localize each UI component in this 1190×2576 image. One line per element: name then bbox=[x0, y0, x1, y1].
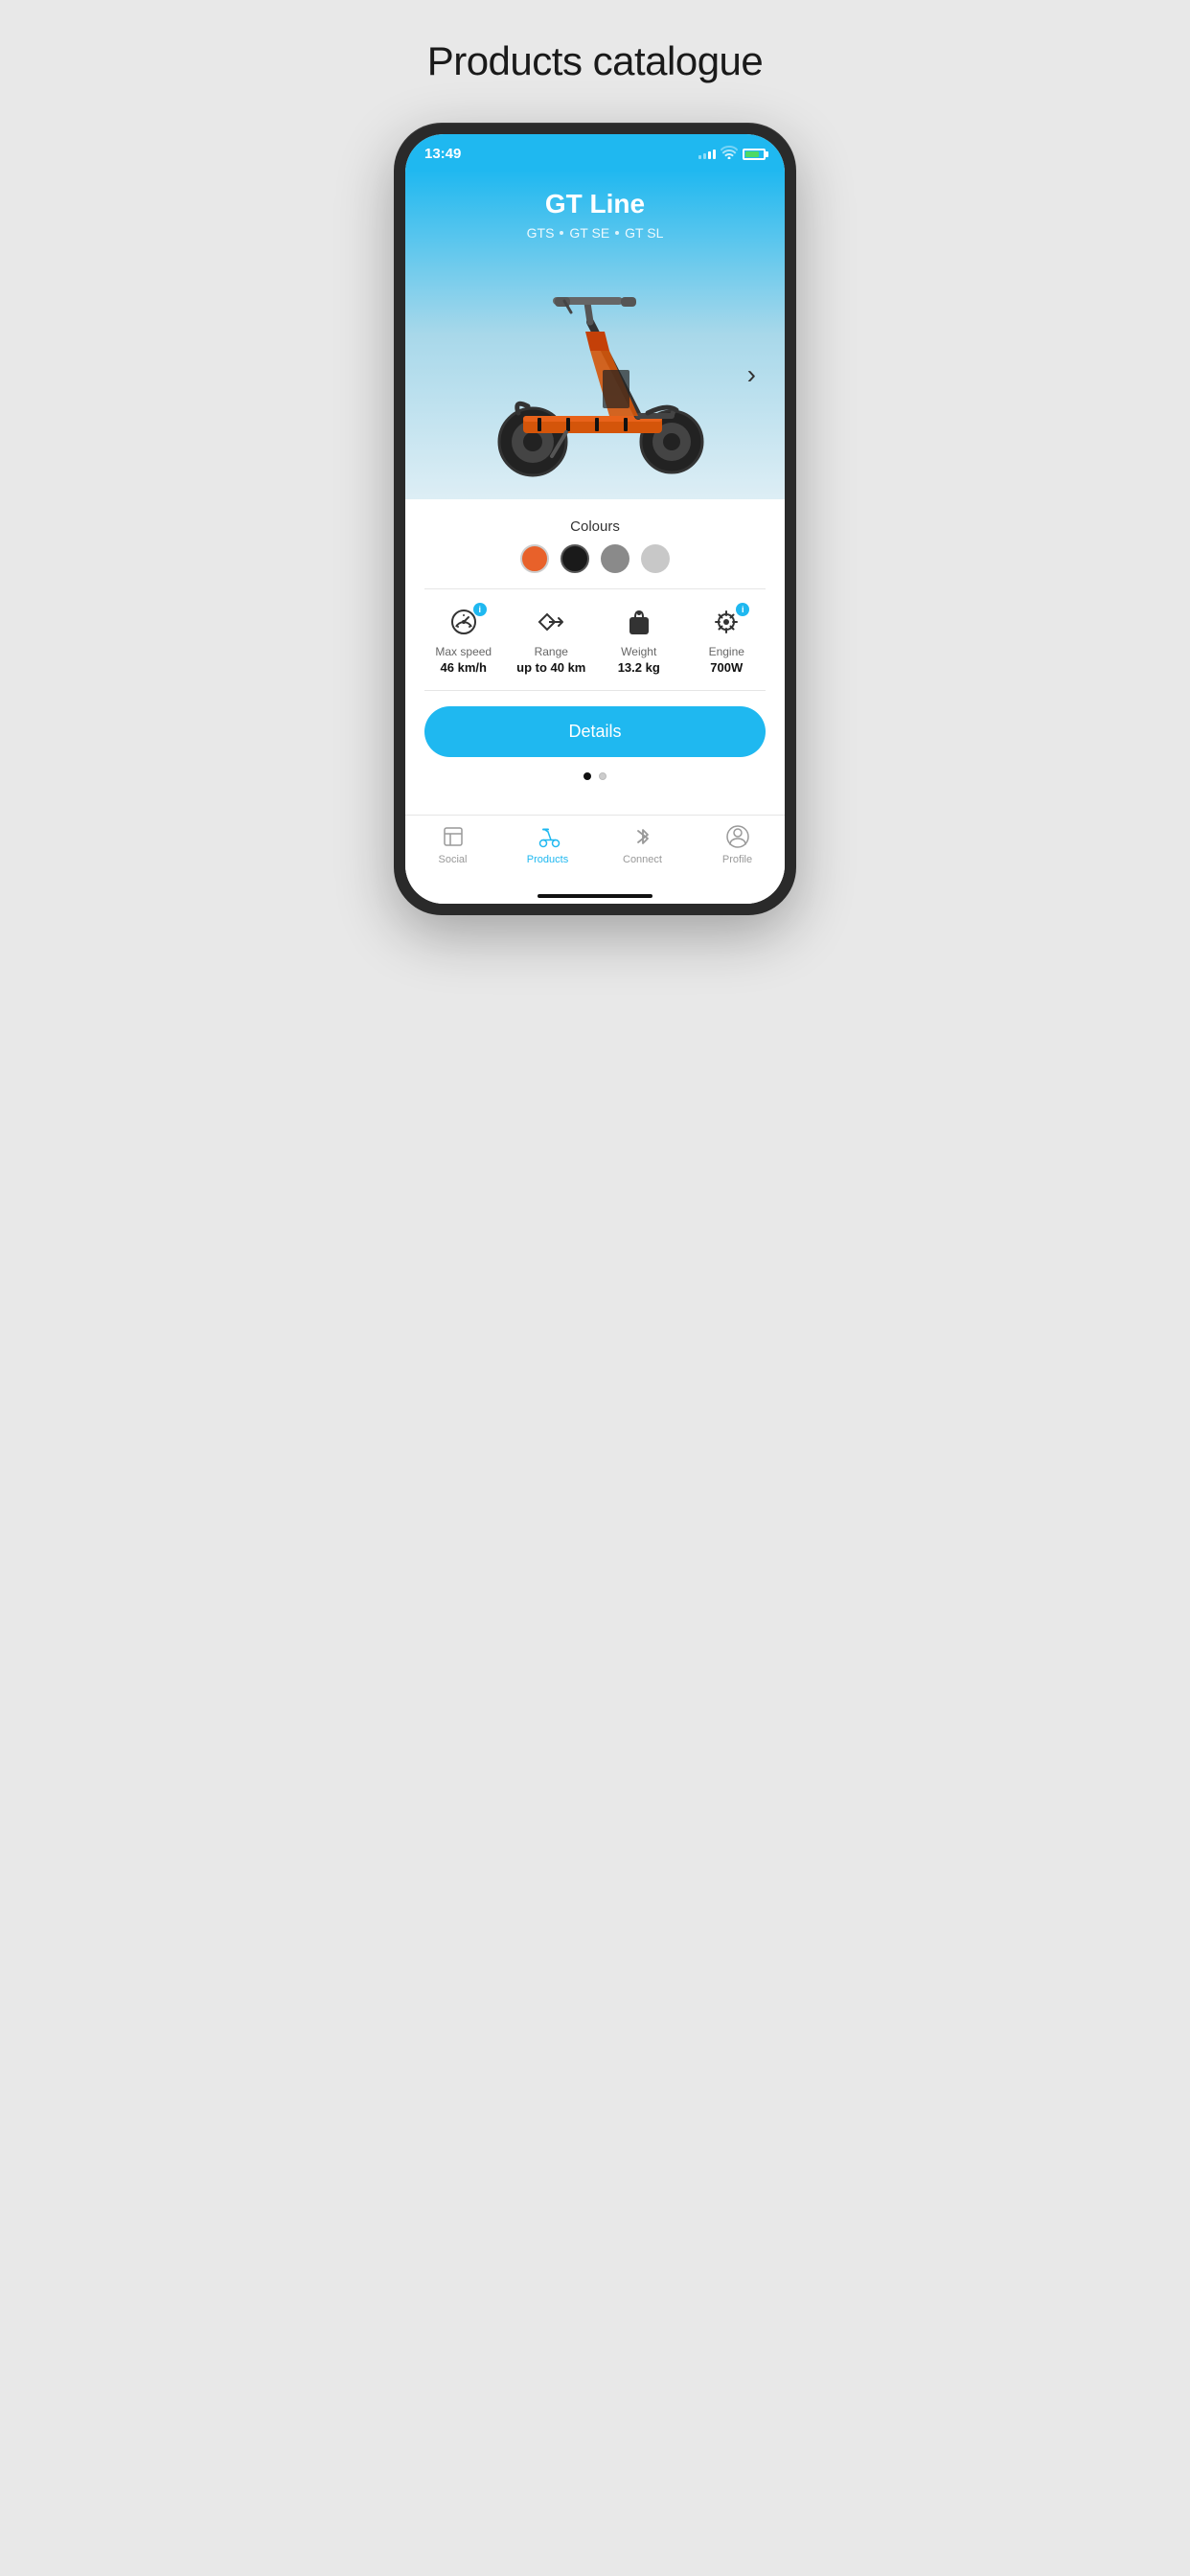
colour-swatch-black[interactable] bbox=[561, 544, 589, 573]
weight-label: Weight bbox=[621, 645, 656, 658]
engine-value: 700W bbox=[710, 660, 743, 675]
spec-weight-icon-wrapper bbox=[622, 605, 656, 639]
spec-speed-icon-wrapper: i bbox=[446, 605, 481, 639]
connect-nav-label: Connect bbox=[623, 854, 662, 865]
status-icons bbox=[698, 146, 766, 162]
status-bar: 13:49 bbox=[405, 134, 785, 170]
variant-gtsl[interactable]: GT SL bbox=[625, 225, 663, 241]
range-value: up to 40 km bbox=[516, 660, 585, 675]
nav-item-social[interactable]: Social bbox=[405, 823, 500, 865]
battery-icon bbox=[743, 149, 766, 160]
engine-info-badge[interactable]: i bbox=[736, 603, 749, 616]
phone-screen: 13:49 bbox=[405, 134, 785, 904]
social-nav-label: Social bbox=[439, 854, 468, 865]
engine-label: Engine bbox=[709, 645, 744, 658]
range-label: Range bbox=[535, 645, 568, 658]
colours-section: Colours bbox=[424, 518, 766, 573]
profile-nav-label: Profile bbox=[722, 854, 752, 865]
nav-item-products[interactable]: Products bbox=[500, 823, 595, 865]
scooter-image-container: › bbox=[424, 250, 766, 499]
specs-divider bbox=[424, 588, 766, 589]
social-icon bbox=[440, 823, 467, 850]
speed-value: 46 km/h bbox=[441, 660, 487, 675]
home-indicator-bar bbox=[405, 885, 785, 904]
content-section: Colours bbox=[405, 499, 785, 815]
products-icon bbox=[535, 823, 561, 850]
pagination-dot-2[interactable] bbox=[599, 772, 606, 780]
hero-section: GT Line GTS GT SE GT SL bbox=[405, 170, 785, 499]
spec-range: Range up to 40 km bbox=[513, 605, 591, 675]
page-title: Products catalogue bbox=[427, 38, 764, 84]
home-indicator bbox=[538, 894, 652, 898]
status-time: 13:49 bbox=[424, 146, 461, 162]
spec-weight: Weight 13.2 kg bbox=[600, 605, 678, 675]
phone-frame: 13:49 bbox=[394, 123, 796, 915]
range-icon bbox=[534, 605, 568, 639]
scooter-illustration bbox=[461, 264, 729, 485]
details-button[interactable]: Details bbox=[424, 706, 766, 757]
colour-swatch-gray[interactable] bbox=[601, 544, 629, 573]
variant-gtse[interactable]: GT SE bbox=[569, 225, 609, 241]
spec-engine: i Engine 700W bbox=[688, 605, 767, 675]
products-nav-label: Products bbox=[527, 854, 568, 865]
bluetooth-icon bbox=[629, 823, 656, 850]
nav-item-connect[interactable]: Connect bbox=[595, 823, 690, 865]
signal-icon bbox=[698, 150, 716, 159]
profile-icon bbox=[724, 823, 751, 850]
bottom-nav: Social Products bbox=[405, 815, 785, 885]
pagination-dot-1[interactable] bbox=[584, 772, 591, 780]
colour-swatch-lightgray[interactable] bbox=[641, 544, 670, 573]
button-divider bbox=[424, 690, 766, 691]
variant-gts[interactable]: GTS bbox=[527, 225, 555, 241]
product-variants: GTS GT SE GT SL bbox=[424, 225, 766, 241]
variant-separator-2 bbox=[615, 231, 619, 235]
colour-swatch-orange[interactable] bbox=[520, 544, 549, 573]
pagination-dots bbox=[424, 772, 766, 780]
colour-swatches bbox=[424, 544, 766, 573]
nav-item-profile[interactable]: Profile bbox=[690, 823, 785, 865]
spec-range-icon-wrapper bbox=[534, 605, 568, 639]
wifi-icon bbox=[721, 146, 738, 162]
specs-grid: i Max speed 46 km/h bbox=[424, 605, 766, 675]
spec-max-speed: i Max speed 46 km/h bbox=[424, 605, 503, 675]
colours-label: Colours bbox=[424, 518, 766, 535]
weight-value: 13.2 kg bbox=[618, 660, 660, 675]
spec-engine-icon-wrapper: i bbox=[709, 605, 744, 639]
speed-label: Max speed bbox=[435, 645, 492, 658]
next-arrow[interactable]: › bbox=[747, 359, 756, 390]
weight-icon bbox=[622, 605, 656, 639]
speed-info-badge[interactable]: i bbox=[473, 603, 487, 616]
variant-separator-1 bbox=[560, 231, 563, 235]
product-title: GT Line bbox=[424, 189, 766, 219]
